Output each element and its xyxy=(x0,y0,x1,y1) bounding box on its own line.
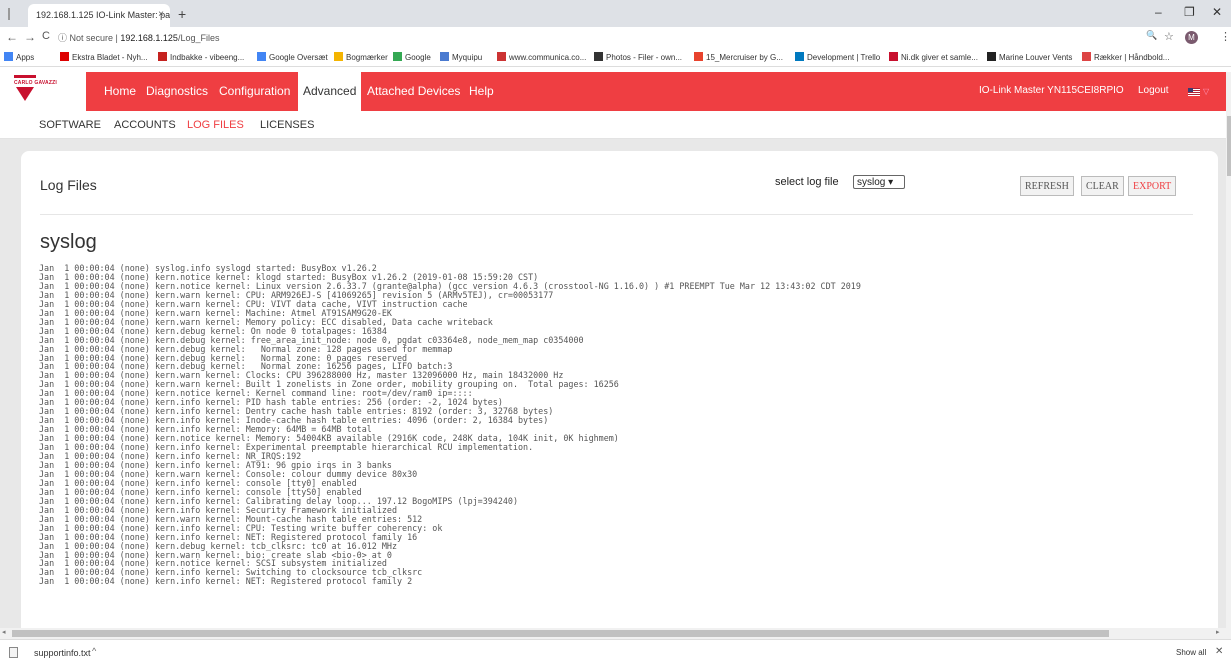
downloads-bar: supportinfo.txt ^ Show all ✕ xyxy=(0,639,1231,664)
url-host: 192.168.1.125 xyxy=(120,33,178,43)
page-title: Log Files xyxy=(40,177,97,193)
tab-close-icon[interactable]: × xyxy=(158,9,164,20)
language-dropdown-icon[interactable]: ▽ xyxy=(1203,87,1209,96)
log-name-heading: syslog xyxy=(40,231,97,253)
zoom-icon[interactable]: 🔍 xyxy=(1146,30,1157,41)
google-icon xyxy=(393,52,402,61)
scroll-right-icon[interactable]: ▸ xyxy=(1216,628,1220,636)
download-file-name[interactable]: supportinfo.txt xyxy=(34,648,91,658)
bookmark-item[interactable]: www.communica.co... xyxy=(497,52,586,62)
log-file-select[interactable]: syslog ▾ xyxy=(853,175,905,189)
logout-link[interactable]: Logout xyxy=(1138,85,1169,96)
security-indicator[interactable]: ⓘ Not secure | xyxy=(58,33,118,43)
folder-icon xyxy=(334,52,343,61)
nav-configuration[interactable]: Configuration xyxy=(219,84,290,98)
nav-diagnostics[interactable]: Diagnostics xyxy=(146,84,208,98)
sub-navigation: SOFTWARE ACCOUNTS LOG FILES LICENSES xyxy=(0,111,1226,139)
log-files-card: Log Files select log file syslog ▾ REFRE… xyxy=(21,151,1218,641)
bookmark-item[interactable]: Myquipu xyxy=(440,52,482,62)
bookmark-item[interactable]: Ni.dk giver et samle... xyxy=(889,52,978,62)
nav-attached-devices[interactable]: Attached Devices xyxy=(367,84,460,98)
photos-icon xyxy=(594,52,603,61)
log-line: Jan 1 00:00:04 (none) kern.info kernel: … xyxy=(39,576,413,587)
nav-help[interactable]: Help xyxy=(469,84,494,98)
bookmark-icon xyxy=(889,52,898,61)
address-bar-row: ← → C ⓘ Not secure | 192.168.1.125/Log_F… xyxy=(0,27,1231,48)
us-flag-icon[interactable] xyxy=(1188,88,1200,96)
log-content: Jan 1 00:00:04 (none) syslog.info syslog… xyxy=(39,264,1209,641)
apps-grid-icon xyxy=(4,52,13,61)
bookmark-icon xyxy=(497,52,506,61)
horizontal-scroll-thumb[interactable] xyxy=(12,630,1109,637)
tab-ghost-icon xyxy=(8,8,18,20)
bookmark-item[interactable]: Google Oversæt xyxy=(257,52,328,62)
nav-home[interactable]: Home xyxy=(104,84,136,98)
bookmark-item[interactable]: Indbakke - vibeeng... xyxy=(158,52,244,62)
subnav-log-files[interactable]: LOG FILES xyxy=(187,119,244,131)
bookmark-item[interactable]: Photos - Filer - own... xyxy=(594,52,682,62)
profile-avatar[interactable]: M xyxy=(1185,31,1198,44)
bookmark-icon xyxy=(694,52,703,61)
bookmark-icon xyxy=(440,52,449,61)
file-icon xyxy=(9,647,18,658)
window-close-button[interactable]: ✕ xyxy=(1212,5,1222,19)
clear-button[interactable]: CLEAR xyxy=(1081,176,1124,196)
select-log-file-label: select log file xyxy=(775,176,839,188)
bookmark-item[interactable]: Google xyxy=(393,52,431,62)
app-header: CARLO GAVAZZI Home Diagnostics Configura… xyxy=(0,72,1226,111)
forward-button[interactable]: → xyxy=(24,30,36,44)
browser-tab[interactable]: 192.168.1.125 IO-Link Master: pa × xyxy=(28,4,170,27)
export-button[interactable]: EXPORT xyxy=(1128,176,1177,196)
chevron-up-icon[interactable]: ^ xyxy=(92,646,96,656)
subnav-licenses[interactable]: LICENSES xyxy=(260,119,314,131)
bookmark-item[interactable]: Rækker | Håndbold... xyxy=(1082,52,1169,62)
new-tab-button[interactable]: + xyxy=(178,6,186,22)
show-all-button[interactable]: Show all xyxy=(1176,648,1206,657)
scroll-left-icon[interactable]: ◂ xyxy=(2,628,6,636)
device-name: IO-Link Master YN115CEI8RPIO xyxy=(979,85,1124,96)
bookmark-icon xyxy=(60,52,69,61)
divider xyxy=(40,214,1193,215)
browser-tabstrip: 192.168.1.125 IO-Link Master: pa × + – ❐… xyxy=(0,0,1231,27)
carlo-gavazzi-logo[interactable]: CARLO GAVAZZI xyxy=(0,72,86,111)
bookmark-icon xyxy=(1082,52,1091,61)
bookmark-icon xyxy=(987,52,996,61)
url-field[interactable]: ⓘ Not secure | 192.168.1.125/Log_Files xyxy=(58,31,219,44)
star-icon[interactable]: ☆ xyxy=(1164,30,1174,43)
subnav-accounts[interactable]: ACCOUNTS xyxy=(114,119,176,131)
bookmark-item[interactable]: Marine Louver Vents xyxy=(987,52,1072,62)
tab-title: 192.168.1.125 IO-Link Master: pa xyxy=(36,10,170,20)
bookmark-item[interactable]: 15_Mercruiser by G... xyxy=(694,52,783,62)
refresh-button[interactable]: REFRESH xyxy=(1020,176,1074,196)
gmail-icon xyxy=(158,52,167,61)
back-button[interactable]: ← xyxy=(6,30,18,44)
bookmark-apps[interactable]: Apps xyxy=(4,52,34,62)
trello-icon xyxy=(795,52,804,61)
reload-button[interactable]: C xyxy=(42,30,50,42)
close-downloads-icon[interactable]: ✕ xyxy=(1215,646,1223,657)
minimize-button[interactable]: – xyxy=(1155,5,1162,19)
browser-menu-icon[interactable]: ⋮ xyxy=(1220,30,1231,43)
url-path: /Log_Files xyxy=(177,33,220,43)
translate-icon xyxy=(257,52,266,61)
subnav-software[interactable]: SOFTWARE xyxy=(39,119,101,131)
vertical-scrollbar[interactable] xyxy=(1226,72,1231,639)
vertical-scroll-thumb[interactable] xyxy=(1227,116,1231,176)
bookmark-item[interactable]: Development | Trello xyxy=(795,52,880,62)
maximize-button[interactable]: ❐ xyxy=(1184,5,1195,19)
bookmark-item[interactable]: Ekstra Bladet - Nyh... xyxy=(60,52,148,62)
horizontal-scrollbar[interactable]: ◂ ▸ xyxy=(0,628,1226,639)
nav-advanced[interactable]: Advanced xyxy=(298,72,362,111)
bookmark-item[interactable]: Bogmærker xyxy=(334,52,388,62)
bookmarks-bar: Apps Ekstra Bladet - Nyh... Indbakke - v… xyxy=(0,48,1231,67)
